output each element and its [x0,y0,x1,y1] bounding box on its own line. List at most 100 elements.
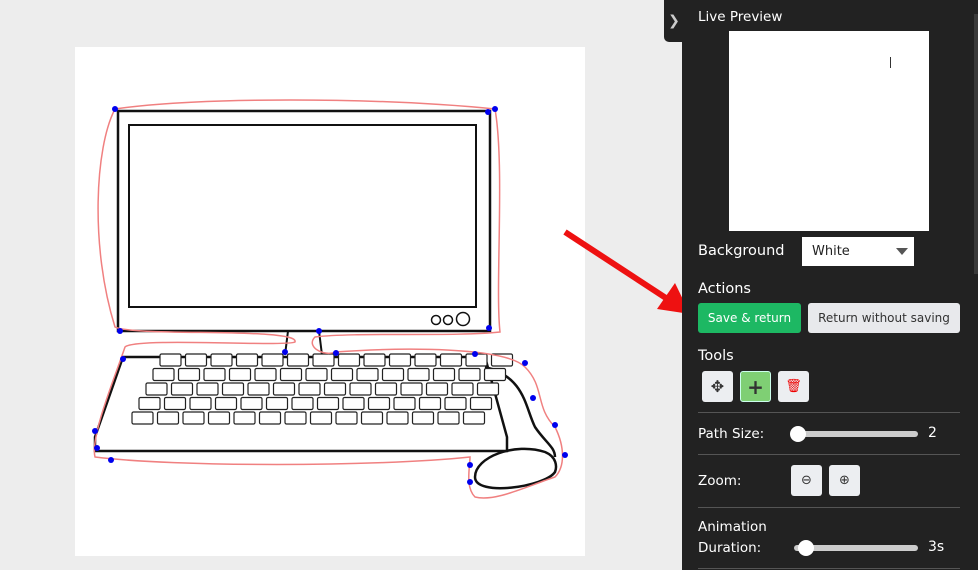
key [437,411,460,425]
path-point [467,462,473,468]
chevron-right-icon: ❯ [668,13,680,29]
key [363,353,386,367]
key [279,367,303,382]
key [189,396,212,411]
key [138,396,161,411]
divider [698,454,960,455]
key [458,367,481,382]
duration-label: Duration: [698,540,762,556]
path-point [282,349,288,355]
key [305,367,328,382]
trash-icon: 🗑 [785,379,802,394]
path-point [522,360,528,366]
key [247,382,270,396]
key [203,367,226,382]
divider [698,568,960,569]
key [418,396,442,411]
key [386,411,409,425]
path-point [467,479,473,485]
key [367,396,391,411]
path-point [120,356,126,362]
key [196,382,219,396]
key [291,396,314,411]
duration-slider[interactable] [794,540,918,556]
key [228,367,252,382]
duration-value: 3s [928,539,945,555]
key [432,367,456,382]
key [425,382,449,396]
key [476,382,500,396]
key [272,382,296,396]
key [462,411,486,425]
key [207,411,231,425]
scrollbar[interactable] [974,14,978,274]
delete-tool-button[interactable]: 🗑 [778,371,809,402]
zoom-in-icon: ⊕ [839,473,850,488]
settings-panel: Live Preview Background White Actions Sa… [682,0,978,570]
move-icon: ✥ [710,377,725,396]
key [469,396,493,411]
add-point-tool-button[interactable]: + [740,371,771,402]
background-label: Background [698,243,785,259]
divider [698,412,960,413]
path-size-value: 2 [928,425,937,441]
key [323,382,347,396]
plus-icon: + [747,374,764,399]
key [356,367,379,382]
key [170,382,194,396]
key [309,411,333,425]
key [374,382,398,396]
key [349,382,372,396]
move-tool-button[interactable]: ✥ [702,371,733,402]
key [490,353,514,367]
key [335,411,358,425]
path-point [562,452,568,458]
path-point [333,350,339,356]
background-select[interactable]: White [802,237,914,266]
key [400,382,423,396]
key [221,382,245,396]
key [298,382,321,396]
key [360,411,384,425]
key [240,396,263,411]
key [152,367,175,382]
key [393,396,416,411]
live-preview [729,31,929,231]
path-point [94,445,100,451]
zoom-out-icon: ⊖ [801,473,812,488]
key [451,382,474,396]
key [233,411,256,425]
path-size-slider[interactable] [790,426,918,442]
divider [698,507,960,508]
path-point [92,428,98,434]
key [254,367,277,382]
key [337,353,361,367]
path-point [108,457,114,463]
key [439,353,463,367]
collapse-panel-button[interactable]: ❯ [664,0,684,42]
key [131,411,154,425]
key [407,367,430,382]
key [184,353,208,367]
return-without-saving-button[interactable]: Return without saving [808,303,960,333]
path-point [472,351,478,357]
key [342,396,365,411]
zoom-out-button[interactable]: ⊖ [791,465,822,496]
key [330,367,354,382]
key [284,411,307,425]
key [411,411,435,425]
red-arrow-annotation [563,229,690,314]
key [312,353,335,367]
zoom-in-button[interactable]: ⊕ [829,465,860,496]
key [163,396,187,411]
key [444,396,467,411]
key [316,396,340,411]
tools-label: Tools [698,348,734,364]
save-return-button[interactable]: Save & return [698,303,801,333]
path-size-label: Path Size: [698,426,765,442]
key [214,396,238,411]
key [381,367,405,382]
key [258,411,282,425]
zoom-label: Zoom: [698,473,742,489]
key [159,353,182,367]
